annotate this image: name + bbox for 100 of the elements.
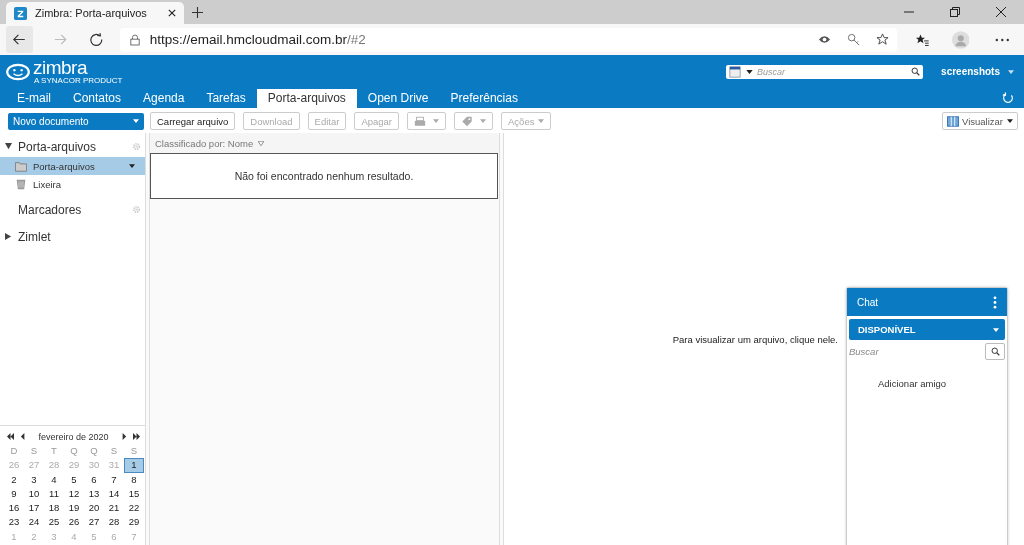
favorites-icon[interactable] <box>915 32 930 47</box>
zimbra-favicon-icon <box>14 6 27 20</box>
empty-message: Não foi encontrado nenhum resultado. <box>150 153 498 199</box>
restore-icon[interactable] <box>950 7 960 17</box>
nav-tab[interactable]: Tarefas <box>195 89 257 108</box>
trash-icon <box>15 178 27 190</box>
chat-title: Chat <box>857 296 879 308</box>
add-contact-link[interactable]: Adicionar amigo <box>878 378 947 389</box>
calendar-day[interactable]: 10 <box>24 486 44 502</box>
next-year-icon[interactable] <box>133 433 140 441</box>
new-tab-icon[interactable] <box>192 7 203 18</box>
weekday-label: S <box>29 443 39 458</box>
caret-icon[interactable] <box>746 69 754 74</box>
calendar-day[interactable]: 17 <box>24 501 44 516</box>
folder-icon <box>15 160 27 172</box>
weekday-label: Q <box>69 443 79 458</box>
calendar-day[interactable]: 7 <box>104 472 124 487</box>
key-icon[interactable] <box>847 33 861 46</box>
printer-icon <box>414 115 426 127</box>
search-bar[interactable]: Buscar <box>726 64 924 79</box>
calendar-day[interactable]: 14 <box>104 486 124 502</box>
section-header[interactable]: Porta-arquivos <box>18 139 97 154</box>
section-header[interactable]: Zimlet <box>18 229 51 244</box>
section-header[interactable]: Marcadores <box>18 202 82 217</box>
lock-icon <box>129 33 140 46</box>
previous-year-icon[interactable] <box>7 433 14 441</box>
browser-tab[interactable]: Zimbra: Porta-arquivos <box>6 2 184 24</box>
calendar-day[interactable]: 12 <box>64 486 84 502</box>
sort-header[interactable]: Classificado por: Nome <box>150 133 499 153</box>
next-month-icon[interactable] <box>120 433 127 441</box>
nav-tab[interactable]: Porta-arquivos <box>256 89 357 108</box>
toolbar-button[interactable]: Carregar arquivo <box>150 112 236 130</box>
calendar-day[interactable]: 23 <box>4 515 24 530</box>
caret-icon <box>129 164 135 168</box>
sort-icon <box>258 140 265 146</box>
calendar-day[interactable]: 22 <box>124 501 144 516</box>
caret-icon <box>1007 119 1013 123</box>
preview-hint: Para visualizar um arquivo, clique nele. <box>672 334 838 345</box>
month-title: fevereiro de 2020 <box>37 431 110 442</box>
calendar-day[interactable]: 20 <box>84 501 104 516</box>
nav-tab[interactable]: Preferências <box>439 89 529 108</box>
calendar-day[interactable]: 21 <box>104 501 124 516</box>
weekday-label: S <box>109 443 119 458</box>
calendar-day[interactable]: 11 <box>44 486 64 502</box>
nav-tab[interactable]: Open Drive <box>356 89 440 108</box>
weekday-label: T <box>50 443 58 458</box>
calendar-day[interactable]: 29 <box>124 515 144 530</box>
folder-item[interactable]: Porta-arquivos <box>0 157 145 175</box>
logo-text: zimbra <box>33 58 89 76</box>
calendar-icon[interactable] <box>729 65 742 78</box>
caret-icon <box>1008 69 1014 74</box>
nav-tab[interactable]: Agenda <box>132 89 196 108</box>
collapse-icon[interactable] <box>5 143 12 150</box>
user-menu[interactable]: screenshots <box>941 66 1014 77</box>
close-icon[interactable] <box>996 7 1006 17</box>
star-icon[interactable] <box>876 33 890 46</box>
calendar-day[interactable]: 28 <box>104 515 124 530</box>
tab-title: Zimbra: Porta-arquivos <box>35 7 148 19</box>
caret-icon <box>480 119 486 123</box>
caret-icon <box>433 119 439 123</box>
search-icon <box>990 347 1000 356</box>
calendar-day[interactable]: 19 <box>64 501 84 516</box>
logo-icon <box>5 62 31 81</box>
calendar-day[interactable]: 9 <box>4 486 24 502</box>
weekday-label: Q <box>89 443 99 458</box>
view-menu-button[interactable]: Visualizar <box>942 112 1018 130</box>
calendar-day[interactable]: 13 <box>84 486 104 502</box>
status-dropdown[interactable]: DISPONÍVEL <box>849 319 1005 340</box>
expand-icon[interactable] <box>5 233 12 240</box>
address-field[interactable]: https://email.hmcloudmail.com.br/#2 <box>119 27 898 52</box>
calendar-day[interactable]: 27 <box>84 515 104 530</box>
calendar-day[interactable]: 5 <box>64 472 84 487</box>
calendar-day[interactable]: 8 <box>124 472 144 487</box>
folder-item[interactable]: Lixeira <box>0 175 145 193</box>
calendar-day[interactable]: 24 <box>24 515 44 530</box>
back-icon[interactable] <box>6 26 33 53</box>
eye-icon[interactable] <box>818 33 832 46</box>
calendar-day[interactable]: 1 <box>124 458 144 473</box>
calendar-day[interactable]: 26 <box>64 515 84 530</box>
weekday-label: D <box>9 443 19 458</box>
nav-tab[interactable]: Contatos <box>62 89 133 108</box>
columns-icon <box>947 115 959 127</box>
refresh-icon[interactable] <box>1002 92 1014 104</box>
search-button[interactable] <box>985 343 1005 360</box>
close-icon[interactable] <box>168 9 176 17</box>
new-document-button[interactable]: Novo documento <box>8 112 144 130</box>
calendar-day[interactable]: 15 <box>124 486 144 502</box>
calendar-day[interactable]: 2 <box>4 472 24 487</box>
calendar-day[interactable]: 25 <box>44 515 64 530</box>
caret-icon <box>133 119 139 123</box>
url-text: https://email.hmcloudmail.com.br/#2 <box>149 32 366 47</box>
calendar-day[interactable]: 18 <box>44 501 64 516</box>
calendar-day[interactable]: 4 <box>44 472 64 487</box>
nav-tab[interactable]: E-mail <box>6 89 62 108</box>
previous-month-icon[interactable] <box>20 433 27 441</box>
logo-tagline: A SYNACOR PRODUCT <box>34 75 123 85</box>
calendar-day[interactable]: 3 <box>24 472 44 487</box>
calendar-day[interactable]: 6 <box>84 472 104 487</box>
calendar-day[interactable]: 16 <box>4 501 24 516</box>
search-icon[interactable] <box>911 67 921 76</box>
